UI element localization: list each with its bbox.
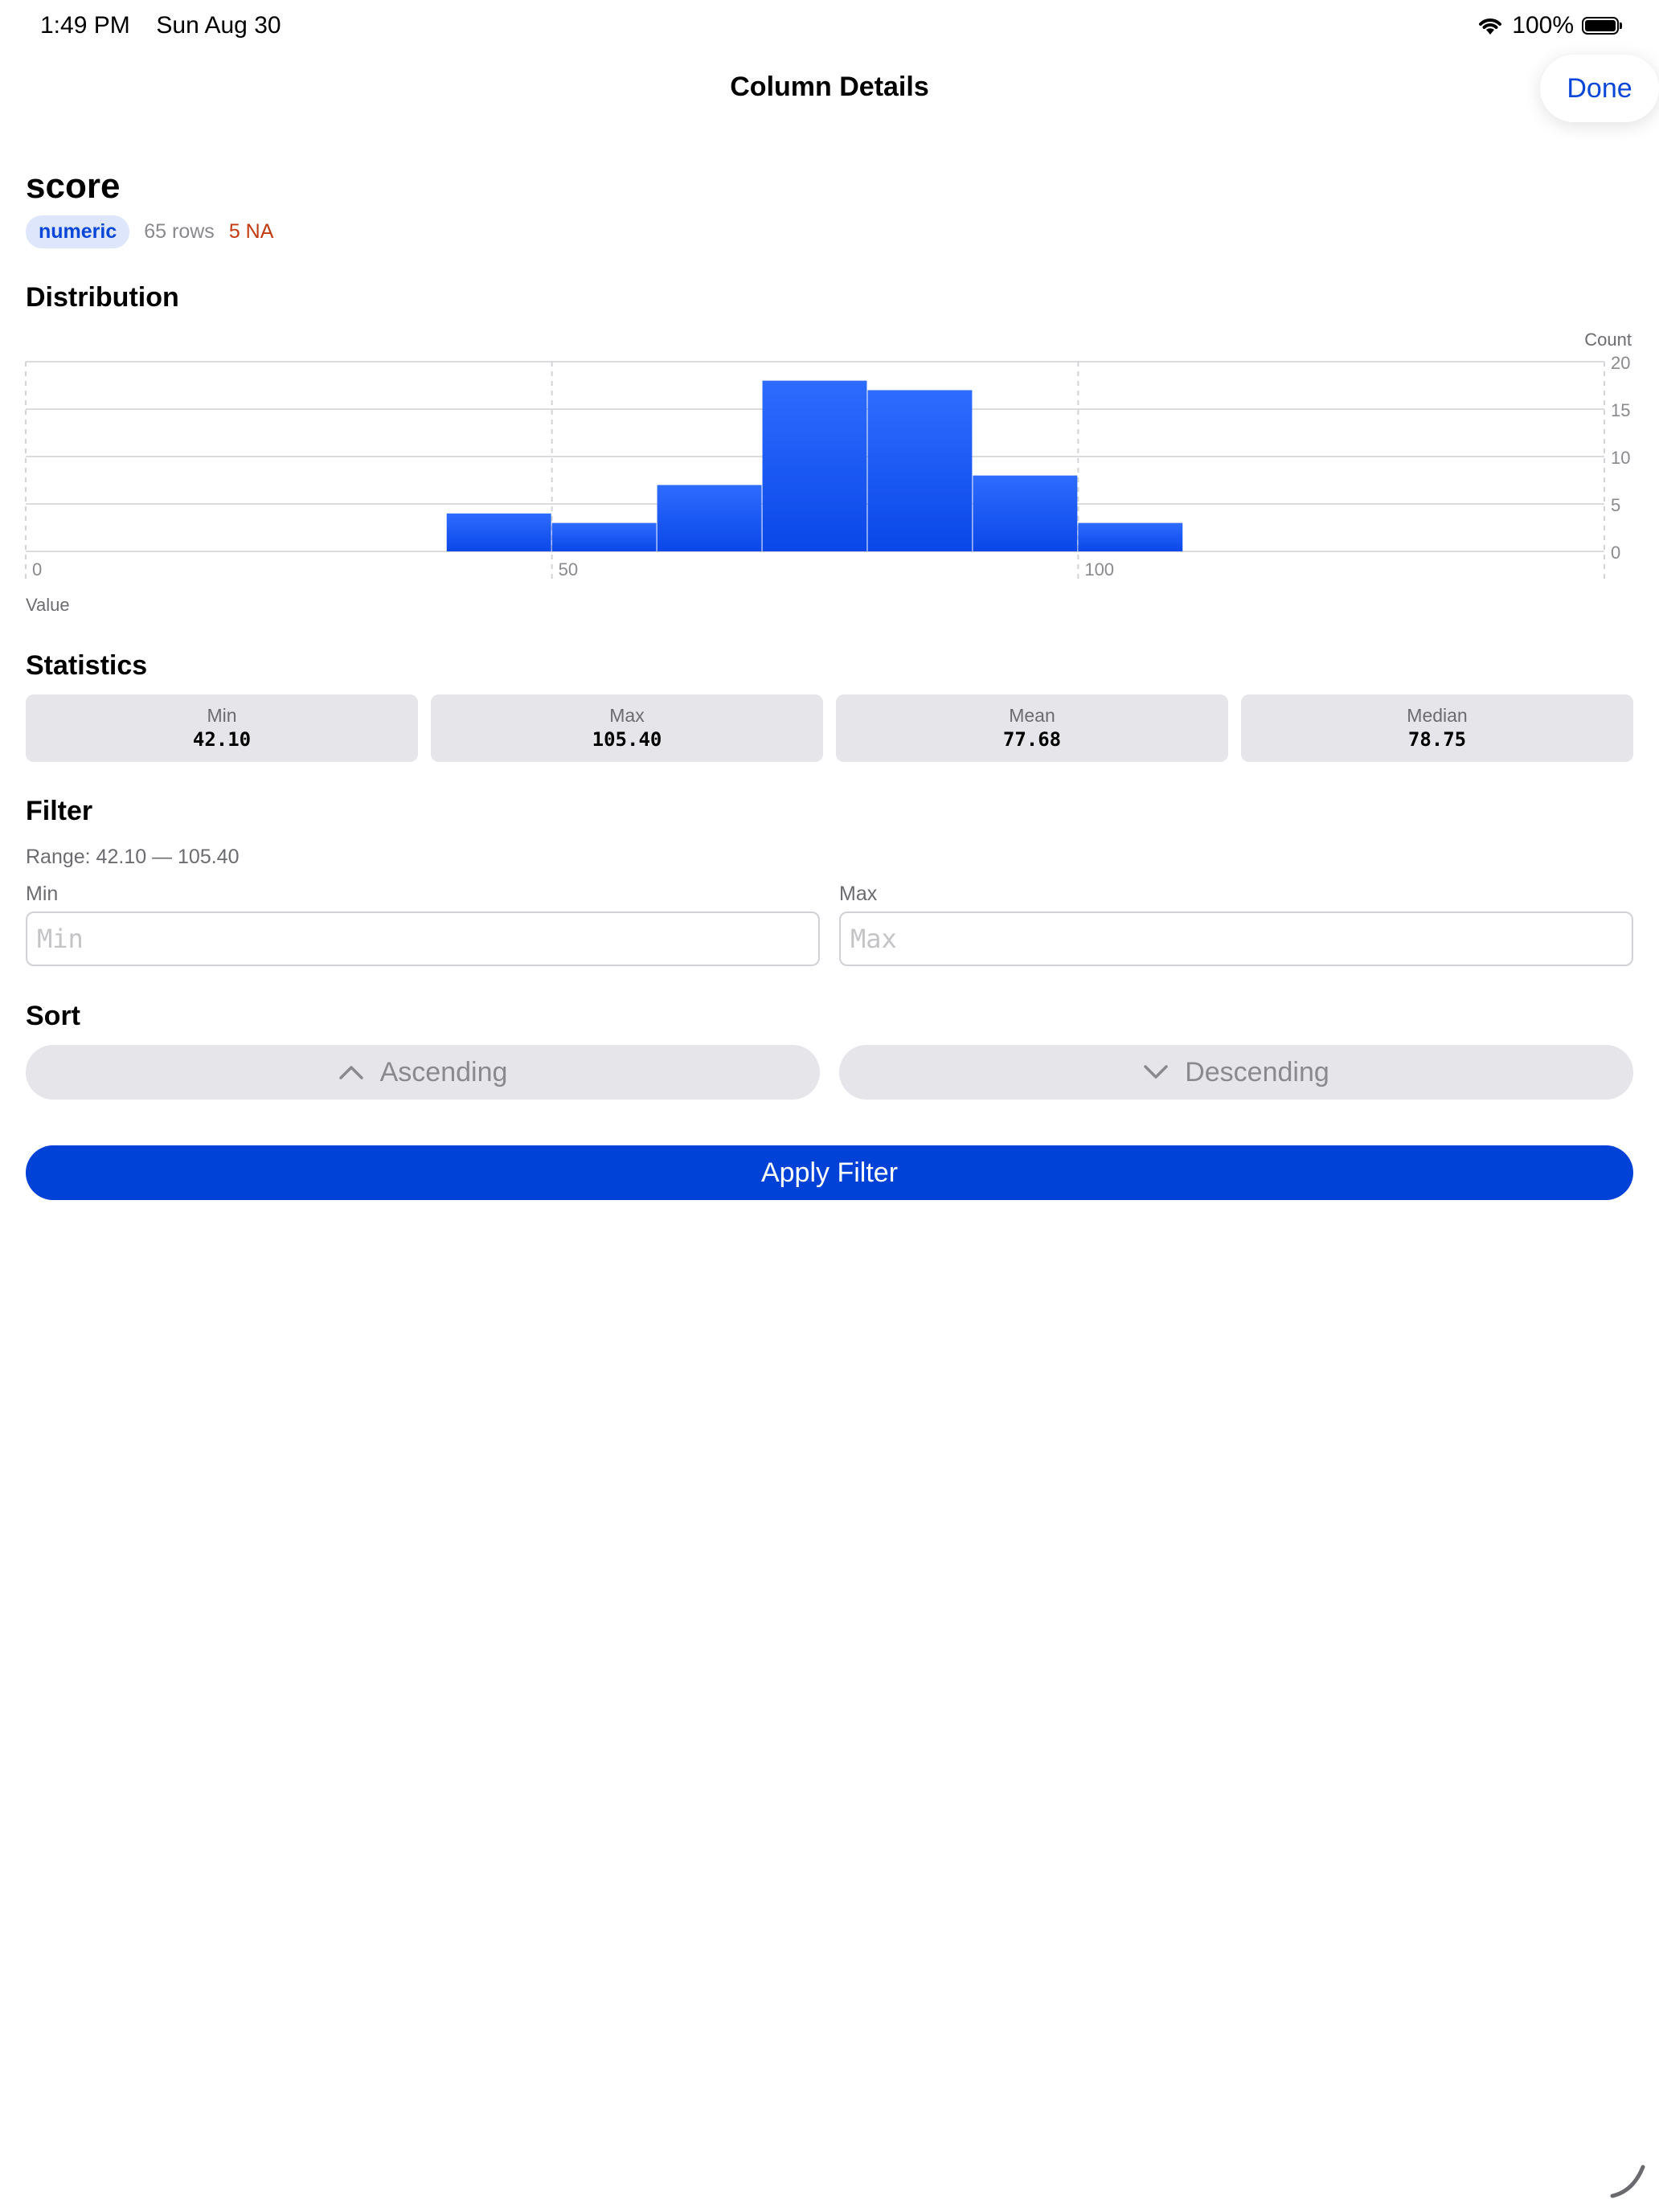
- stat-label: Max: [609, 705, 645, 726]
- chevron-up-icon: [338, 1066, 363, 1079]
- battery-percent: 100%: [1512, 12, 1574, 39]
- sort-ascending-button[interactable]: Ascending: [26, 1045, 820, 1100]
- distribution-heading: Distribution: [26, 282, 179, 313]
- sort-descending-label: Descending: [1185, 1056, 1329, 1088]
- y-axis-label: Count: [1584, 330, 1632, 350]
- status-time: 1:49 PM: [40, 12, 130, 39]
- apply-filter-button[interactable]: Apply Filter: [26, 1145, 1633, 1200]
- column-meta: numeric 65 rows 5 NA: [26, 215, 273, 248]
- stat-label: Median: [1407, 705, 1468, 726]
- status-bar-right: 100%: [1477, 11, 1622, 40]
- min-input[interactable]: [26, 911, 820, 966]
- x-tick-label: 0: [32, 559, 42, 580]
- x-axis-label: Value: [26, 595, 70, 615]
- histogram-bar: [762, 380, 867, 551]
- stat-max: Max 105.40: [431, 694, 823, 762]
- stat-median: Median 78.75: [1241, 694, 1633, 762]
- stat-mean: Mean 77.68: [836, 694, 1228, 762]
- max-label: Max: [839, 883, 878, 905]
- na-count: 5 NA: [228, 220, 274, 243]
- max-input[interactable]: [839, 911, 1633, 966]
- sort-ascending-label: Ascending: [379, 1056, 508, 1088]
- sort-heading: Sort: [26, 1001, 80, 1031]
- histogram-bar: [867, 390, 973, 551]
- filter-range: Range: 42.10 — 105.40: [26, 846, 240, 868]
- done-button[interactable]: Done: [1540, 55, 1659, 122]
- histogram-bar: [446, 513, 551, 551]
- histogram-bar: [551, 522, 657, 551]
- statistics-heading: Statistics: [26, 650, 148, 681]
- row-count: 65 rows: [144, 220, 215, 243]
- status-date: Sun Aug 30: [156, 12, 281, 39]
- y-tick-label: 0: [1611, 543, 1620, 563]
- stat-value: 78.75: [1407, 728, 1467, 751]
- stat-label: Min: [207, 705, 237, 726]
- status-bar-time: 1:49 PM Sun Aug 30: [40, 11, 281, 40]
- battery-icon: [1582, 17, 1622, 35]
- stat-value: 77.68: [1002, 728, 1062, 751]
- x-tick-label: 50: [559, 559, 578, 580]
- type-badge: numeric: [26, 215, 130, 248]
- x-tick-label: 100: [1084, 559, 1114, 580]
- chevron-down-icon: [1144, 1065, 1168, 1079]
- min-label: Min: [26, 883, 59, 905]
- corner-grabber-icon: [1610, 2165, 1645, 2198]
- y-tick-label: 15: [1611, 400, 1630, 420]
- sort-descending-button[interactable]: Descending: [839, 1045, 1633, 1100]
- y-tick-label: 10: [1611, 448, 1630, 468]
- filter-heading: Filter: [26, 796, 93, 826]
- stats-row: Min 42.10 Max 105.40 Mean 77.68 Median 7…: [26, 694, 1633, 762]
- y-tick-label: 5: [1611, 495, 1620, 515]
- page-title: Column Details: [730, 72, 929, 102]
- stat-min: Min 42.10: [26, 694, 418, 762]
- y-tick-label: 20: [1611, 353, 1630, 373]
- stat-value: 42.10: [192, 728, 252, 751]
- column-name: score: [26, 166, 121, 206]
- distribution-histogram: 0 5 10 15 20 0 50 100 Count Value: [25, 330, 1632, 615]
- stat-label: Mean: [1009, 705, 1055, 726]
- histogram-bar: [973, 475, 1078, 551]
- histogram-bar: [657, 485, 762, 551]
- stat-value: 105.40: [592, 728, 662, 751]
- histogram-bar: [1078, 522, 1183, 551]
- wifi-icon: [1479, 18, 1502, 35]
